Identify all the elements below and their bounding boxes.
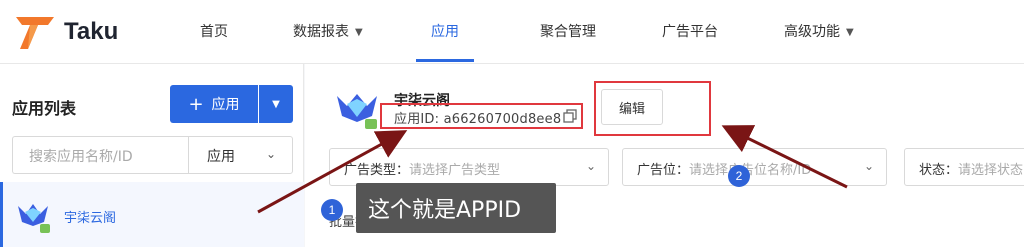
app-id-label: 应用ID:: [394, 112, 440, 127]
batch-operations-button[interactable]: 批量操作: [329, 211, 381, 230]
app-title: 宇柒云阁: [394, 93, 450, 109]
filter-colon: ：: [945, 163, 959, 178]
app-list-sidebar: 应用列表 + 应用 ▼ 搜索应用名称/ID 应用 ⌄ 宇柒云阁: [0, 64, 304, 247]
app-id-text: 应用ID: a66260700d8ee8: [394, 108, 561, 127]
caret-down-icon: ▼: [846, 27, 854, 38]
add-app-label: 应用: [211, 97, 240, 113]
app-type-select-value: 应用: [207, 149, 235, 165]
ad-type-filter-placeholder: 请选择广告类型: [409, 163, 501, 178]
ad-slot-filter-placeholder: 请选择广告位名称/ID: [689, 163, 812, 178]
ad-slot-filter-label: 广告位: [637, 163, 677, 178]
brand-name: Taku: [64, 18, 119, 45]
status-filter-placeholder: 请选择状态: [958, 163, 1024, 178]
copy-icon[interactable]: [563, 109, 577, 123]
app-id-value: a66260700d8ee8: [443, 112, 562, 127]
nav-active-indicator: [416, 59, 474, 62]
nav-advanced[interactable]: 高级功能 ▼: [784, 21, 854, 41]
app-search-input[interactable]: 搜索应用名称/ID: [12, 136, 188, 174]
plus-icon: +: [188, 93, 204, 115]
ad-type-filter-label: 广告类型: [344, 163, 397, 178]
nav-mediation[interactable]: 聚合管理: [540, 21, 596, 41]
sidebar-title: 应用列表: [12, 99, 77, 118]
add-app-button[interactable]: + 应用: [170, 85, 258, 123]
chevron-down-icon: ⌄: [585, 159, 596, 173]
app-type-select[interactable]: 应用 ⌄: [188, 136, 293, 174]
nav-advanced-label: 高级功能: [784, 24, 840, 40]
app-list-item-name: 宇柒云阁: [64, 211, 117, 226]
nav-home[interactable]: 首页: [200, 21, 228, 41]
filter-colon: ：: [676, 163, 690, 178]
active-indicator: [0, 182, 3, 247]
filter-colon: ：: [396, 163, 410, 178]
taku-logo[interactable]: Taku: [16, 14, 136, 50]
status-filter-label: 状态: [919, 163, 946, 178]
app-list-item[interactable]: 宇柒云阁: [0, 182, 304, 247]
nav-reports[interactable]: 数据报表 ▼: [293, 21, 363, 41]
caret-down-icon: ▼: [272, 98, 280, 110]
app-logo: [337, 94, 377, 129]
caret-down-icon: ▼: [355, 27, 363, 38]
ad-slot-filter[interactable]: 广告位：请选择广告位名称/ID ⌄: [622, 148, 887, 186]
top-nav-bar: Taku 首页 数据报表 ▼ 应用 聚合管理 广告平台 高级功能 ▼: [0, 0, 1024, 64]
nav-ad-platform[interactable]: 广告平台: [662, 21, 718, 41]
app-icon: [18, 204, 50, 233]
chevron-down-icon: ⌄: [863, 159, 874, 173]
nav-reports-label: 数据报表: [293, 24, 349, 40]
edit-app-button[interactable]: 编辑: [601, 89, 663, 125]
app-detail-panel: 宇柒云阁 应用ID: a66260700d8ee8 编辑 广告类型：请选择广告类…: [305, 64, 1024, 247]
taku-logo-icon: [16, 17, 54, 49]
ad-type-filter[interactable]: 广告类型：请选择广告类型 ⌄: [329, 148, 609, 186]
add-app-dropdown-button[interactable]: ▼: [259, 85, 293, 123]
chevron-down-icon: ⌄: [265, 147, 276, 161]
nav-apps[interactable]: 应用: [431, 21, 459, 41]
status-filter[interactable]: 状态：请选择状态: [904, 148, 1024, 186]
